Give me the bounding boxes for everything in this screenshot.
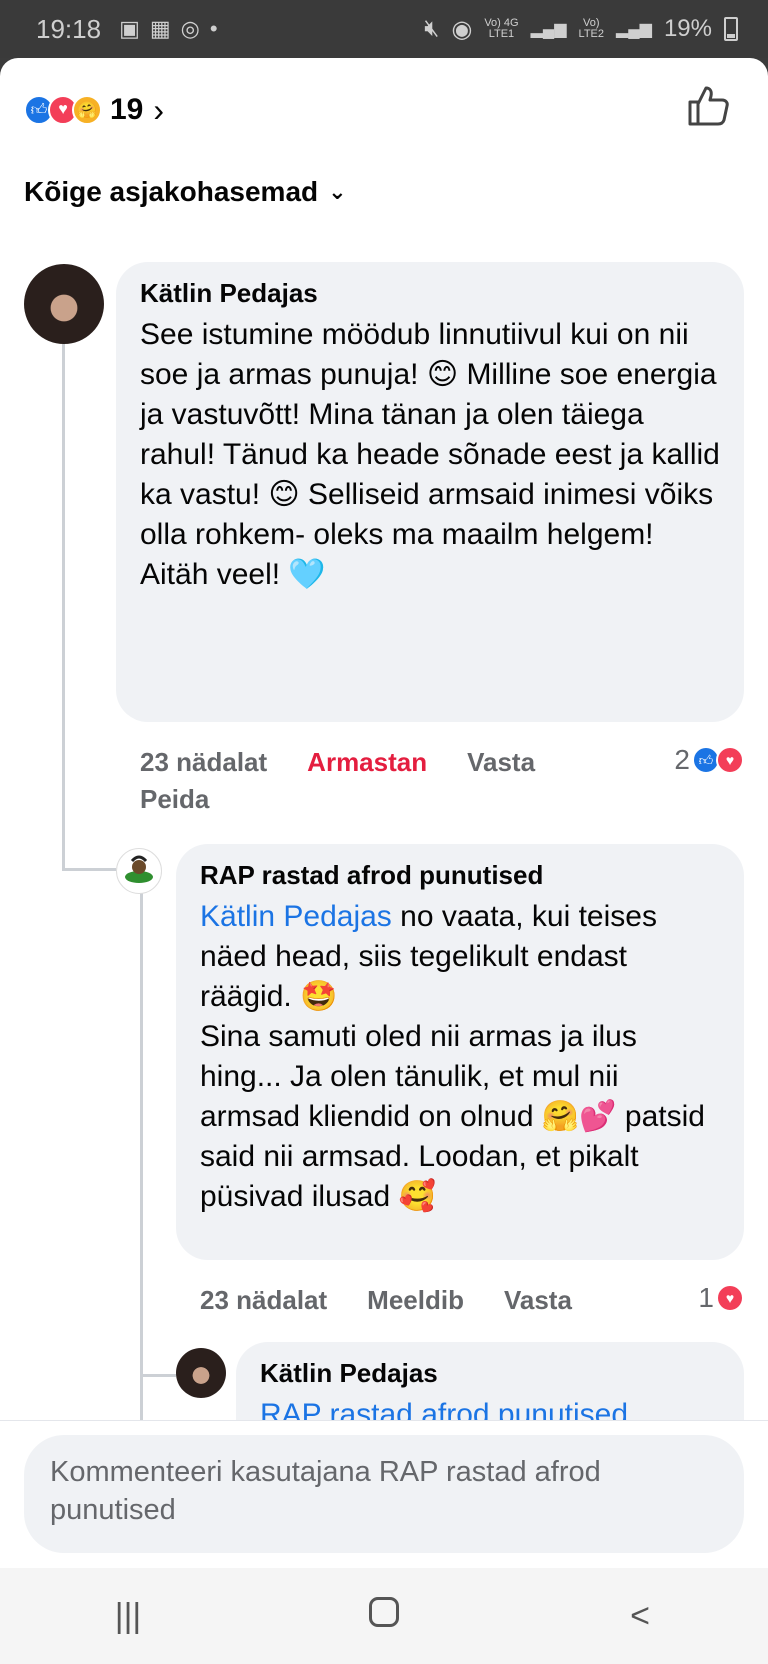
page-logo-icon [125, 855, 153, 883]
mention-link[interactable]: Kätlin Pedajas [200, 900, 392, 933]
system-nav-bar: ||| < [0, 1568, 768, 1664]
thread-line [140, 888, 143, 1428]
battery-icon [724, 17, 738, 41]
avatar[interactable] [176, 1348, 226, 1398]
hide-replies: Peida [140, 784, 209, 815]
back-button[interactable]: < [580, 1597, 700, 1636]
comment-author[interactable]: Kätlin Pedajas [140, 278, 720, 309]
sort-label: Kõige asjakohasemad [24, 176, 319, 207]
sort-selector[interactable]: Kõige asjakohasemad ⌄ [24, 176, 347, 208]
comment-actions: 23 nädalat Meeldib Vasta 1 ♥ [200, 1280, 744, 1320]
status-bar: 19:18 ▣ ▦ ◎ • 🔇︎ ◉ Vo) 4G LTE1 ▂▄▆ Vo) L… [0, 0, 768, 58]
status-time: 19:18 [36, 13, 102, 44]
comment-author[interactable]: Kätlin Pedajas [260, 1358, 720, 1389]
comment-text-body: no vaata, kui teises näed head, siis teg… [200, 900, 705, 1213]
network-2-label: Vo) LTE2 [578, 17, 604, 40]
recent-apps-button[interactable]: ||| [68, 1597, 188, 1636]
comment-reaction-count[interactable]: 2 👍︎ ♥ [674, 744, 744, 776]
comment-text: See istumine möödub linnutiivul kui on n… [140, 318, 720, 591]
reply-button[interactable]: Vasta [504, 1285, 572, 1316]
system-icons: 🔇︎ ◉ Vo) 4G LTE1 ▂▄▆ Vo) LTE2 ▂▄▆ 19% [424, 15, 738, 44]
mute-icon: 🔇︎ [424, 15, 440, 42]
signal-1-icon: ▂▄▆ [530, 21, 567, 38]
comment-time[interactable]: 23 nädalat [140, 747, 267, 778]
love-reaction-icon: ♥ [716, 746, 744, 774]
like-outline-icon[interactable] [684, 82, 732, 130]
battery-percent: 19% [663, 15, 712, 42]
comment-bubble: Kätlin Pedajas See istumine möödub linnu… [116, 262, 744, 722]
comment-bubble: RAP rastad afrod punutised Kätlin Pedaja… [176, 844, 744, 1260]
comment-text: Kätlin Pedajas no vaata, kui teises näed… [200, 897, 720, 1217]
reaction-count-value: 1 [698, 1282, 714, 1313]
home-button[interactable] [324, 1596, 444, 1636]
comment-author[interactable]: RAP rastad afrod punutised [200, 860, 720, 891]
react-button[interactable]: Armastan [307, 747, 427, 778]
thread-line [62, 340, 65, 870]
notification-icons: ▣ ▦ ◎ • [119, 16, 218, 42]
avatar[interactable] [24, 264, 104, 344]
comment-reaction-count[interactable]: 1 ♥ [698, 1282, 744, 1314]
image-icon: ▣ [119, 16, 140, 41]
reaction-count: 19 [110, 93, 144, 126]
love-reaction-icon: ♥ [716, 1284, 744, 1312]
avatar[interactable] [116, 848, 162, 894]
video-icon: ▦ [149, 16, 171, 41]
comment-composer-area: Kommenteeri kasutajana RAP rastad afrod … [0, 1420, 768, 1568]
reactions-summary[interactable]: 👍︎ ♥ 🤗 19 › [24, 88, 164, 132]
dot-icon: • [209, 16, 218, 41]
reaction-count-value: 2 [674, 744, 690, 775]
care-reaction-icon: 🤗 [72, 95, 102, 125]
instagram-icon: ◎ [180, 16, 200, 41]
home-icon [369, 1596, 399, 1627]
like-button[interactable]: Meeldib [367, 1285, 464, 1316]
thread-connector [62, 868, 116, 871]
hotspot-icon: ◉ [451, 15, 473, 43]
reply-button[interactable]: Vasta [467, 747, 535, 778]
hide-button[interactable]: Peida [140, 784, 209, 815]
comment-input[interactable]: Kommenteeri kasutajana RAP rastad afrod … [24, 1435, 744, 1553]
signal-2-icon: ▂▄▆ [616, 21, 652, 38]
thread-connector [140, 1374, 176, 1377]
comment-time[interactable]: 23 nädalat [200, 1285, 327, 1316]
network-1-label: Vo) 4G LTE1 [484, 17, 519, 40]
chevron-down-icon: ⌄ [328, 179, 347, 204]
chevron-right-icon: › [153, 91, 165, 128]
comments-sheet: 👍︎ ♥ 🤗 19 › Kõige asjakohasemad ⌄ Kätlin… [0, 58, 768, 1568]
comment-actions: 23 nädalat Armastan Vasta 2 👍︎ ♥ [140, 742, 744, 782]
